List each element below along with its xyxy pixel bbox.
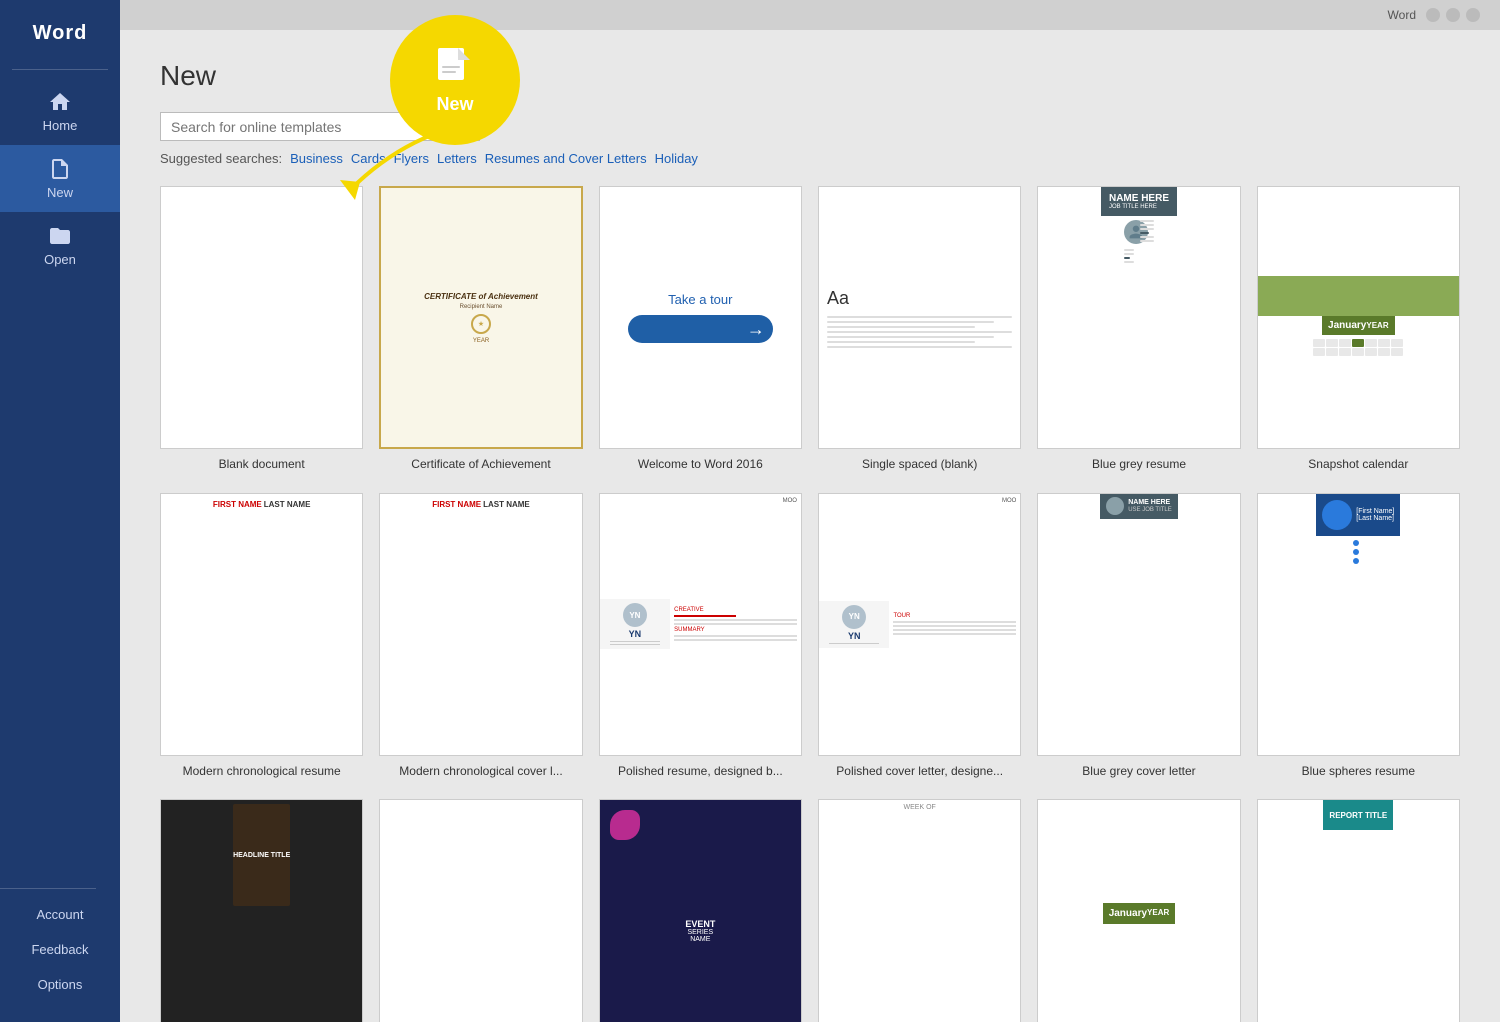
template-thumb-bgcover: NAME HERE USE JOB TITLE bbox=[1037, 493, 1240, 756]
template-vivid[interactable]: EVENT SERIES NAME Vivid shapes event bro… bbox=[599, 799, 802, 1022]
bs-circle bbox=[1322, 500, 1352, 530]
new-doc-icon bbox=[48, 157, 72, 181]
sidebar-account[interactable]: Account bbox=[0, 897, 120, 932]
topbar-app-name: Word bbox=[1388, 8, 1416, 22]
template-label-certificate: Certificate of Achievement bbox=[411, 457, 550, 473]
template-label-bgresume: Blue grey resume bbox=[1092, 457, 1186, 473]
template-blue-grey-resume[interactable]: NAME HERE JOB TITLE HERE bbox=[1037, 186, 1240, 473]
home-icon bbox=[48, 90, 72, 114]
sidebar-item-new[interactable]: New bbox=[0, 145, 120, 212]
template-polished-cover[interactable]: YN YN MOO TOUR Polished cover letter, de… bbox=[818, 493, 1021, 780]
vivid-blob1 bbox=[610, 810, 640, 840]
bgc-photo bbox=[1106, 497, 1124, 515]
sidebar-divider bbox=[12, 69, 108, 70]
template-thumb-single: Aa bbox=[818, 186, 1021, 449]
template-thumb-report: REPORT TITLE bbox=[1257, 799, 1460, 1022]
template-modern-cover[interactable]: FIRST NAME LAST NAME bbox=[379, 493, 582, 780]
template-label-tour: Welcome to Word 2016 bbox=[638, 457, 763, 473]
sidebar-item-home[interactable]: Home bbox=[0, 78, 120, 145]
topbar-controls bbox=[1426, 8, 1480, 22]
search-button[interactable]: 🔍 bbox=[452, 118, 469, 135]
template-label-modern-resume: Modern chronological resume bbox=[183, 764, 341, 780]
minimize-button[interactable] bbox=[1426, 8, 1440, 22]
suggested-holiday[interactable]: Holiday bbox=[655, 151, 698, 166]
sidebar-bottom-divider bbox=[0, 888, 96, 889]
template-thumb-modern-resume: FIRST NAME LAST NAME bbox=[160, 493, 363, 756]
sidebar: Word Home New Open Account Feedback Opti… bbox=[0, 0, 120, 1022]
template-thumb-education bbox=[379, 799, 582, 1022]
sidebar-open-label: Open bbox=[44, 252, 76, 267]
template-thumb-bgresume: NAME HERE JOB TITLE HERE bbox=[1037, 186, 1240, 449]
template-restaurant[interactable]: HEADLINE TITLE Restaurant brochure bbox=[160, 799, 363, 1022]
template-certificate[interactable]: CERTIFICATE of Achievement Recipient Nam… bbox=[379, 186, 582, 473]
close-button[interactable] bbox=[1466, 8, 1480, 22]
suggested-searches: Suggested searches: Business Cards Flyer… bbox=[160, 151, 1460, 166]
tour-arrow-bar: → bbox=[628, 315, 773, 343]
template-label-blank: Blank document bbox=[219, 457, 305, 473]
template-thumb-polished-cover: YN YN MOO TOUR bbox=[818, 493, 1021, 756]
page-title: New bbox=[160, 60, 1460, 92]
template-thumb-tour: Take a tour → bbox=[599, 186, 802, 449]
template-tour[interactable]: Take a tour → Welcome to Word 2016 bbox=[599, 186, 802, 473]
template-label-modern-cover: Modern chronological cover l... bbox=[399, 764, 562, 780]
sidebar-item-open[interactable]: Open bbox=[0, 212, 120, 279]
template-thumb-appointment: WEEK OF bbox=[818, 799, 1021, 1022]
template-polished-resume[interactable]: YN YN MOO CREATIVE SUMMARY bbox=[599, 493, 802, 780]
sidebar-new-label: New bbox=[47, 185, 73, 200]
template-label-polished-cover: Polished cover letter, designe... bbox=[836, 764, 1003, 780]
template-label-polished: Polished resume, designed b... bbox=[618, 764, 783, 780]
template-label-bs-resume: Blue spheres resume bbox=[1302, 764, 1415, 780]
sidebar-home-label: Home bbox=[43, 118, 78, 133]
template-thumb-calendar: January YEAR bbox=[1257, 186, 1460, 449]
template-thumb-polished: YN YN MOO CREATIVE SUMMARY bbox=[599, 493, 802, 756]
sidebar-feedback[interactable]: Feedback bbox=[0, 932, 120, 967]
content-area: New 🔍 Suggested searches: Business Cards… bbox=[160, 60, 1460, 1022]
template-single-spaced[interactable]: Aa Single spaced (blank) bbox=[818, 186, 1021, 473]
maximize-button[interactable] bbox=[1446, 8, 1460, 22]
template-appointment[interactable]: WEEK OF bbox=[818, 799, 1021, 1022]
suggested-letters[interactable]: Letters bbox=[437, 151, 477, 166]
cert-seal: ★ bbox=[471, 314, 491, 334]
template-snapshot-calendar[interactable]: January YEAR bbox=[1257, 186, 1460, 473]
template-thumb-modern-cover: FIRST NAME LAST NAME bbox=[379, 493, 582, 756]
template-label-snapshot: Snapshot calendar bbox=[1308, 457, 1408, 473]
suggested-business[interactable]: Business bbox=[290, 151, 343, 166]
template-bs-resume[interactable]: [First Name][Last Name] bbox=[1257, 493, 1460, 780]
template-thumb-blank bbox=[160, 186, 363, 449]
cal-image bbox=[1258, 276, 1459, 316]
template-thumb-vivid: EVENT SERIES NAME bbox=[599, 799, 802, 1022]
main-content: Word New 🔍 Suggested searches: Business … bbox=[120, 0, 1500, 1022]
template-bg-cover[interactable]: NAME HERE USE JOB TITLE Blue grey cover … bbox=[1037, 493, 1240, 780]
suggested-flyers[interactable]: Flyers bbox=[394, 151, 429, 166]
sidebar-brand: Word bbox=[0, 10, 120, 61]
sidebar-bottom: Account Feedback Options bbox=[0, 880, 120, 1022]
template-label-bgcover: Blue grey cover letter bbox=[1082, 764, 1195, 780]
sidebar-options[interactable]: Options bbox=[0, 967, 120, 1002]
polished-avatar: YN bbox=[623, 603, 647, 627]
template-thumb-certificate: CERTIFICATE of Achievement Recipient Nam… bbox=[379, 186, 582, 449]
template-modern-resume[interactable]: FIRST NAME LAST NAME bbox=[160, 493, 363, 780]
search-bar: 🔍 bbox=[160, 112, 480, 141]
template-blank[interactable]: Blank document bbox=[160, 186, 363, 473]
polished-cover-avatar: YN bbox=[842, 605, 866, 629]
topbar: Word bbox=[120, 0, 1500, 30]
tour-arrow-icon: → bbox=[747, 319, 765, 340]
open-icon bbox=[48, 224, 72, 248]
templates-grid: Blank document CERTIFICATE of Achievemen… bbox=[160, 186, 1460, 1022]
template-thumb-bspheres: [First Name][Last Name] bbox=[1257, 493, 1460, 756]
template-label-single: Single spaced (blank) bbox=[862, 457, 977, 473]
suggested-resumes[interactable]: Resumes and Cover Letters bbox=[485, 151, 647, 166]
template-banner-cal[interactable]: January YEAR bbox=[1037, 799, 1240, 1022]
search-input[interactable] bbox=[171, 119, 452, 135]
suggested-label: Suggested searches: bbox=[160, 151, 282, 166]
template-education[interactable]: Education brochure bbox=[379, 799, 582, 1022]
template-thumb-restaurant: HEADLINE TITLE bbox=[160, 799, 363, 1022]
suggested-cards[interactable]: Cards bbox=[351, 151, 386, 166]
template-report[interactable]: REPORT TITLE Report bbox=[1257, 799, 1460, 1022]
template-thumb-banner-cal: January YEAR bbox=[1037, 799, 1240, 1022]
